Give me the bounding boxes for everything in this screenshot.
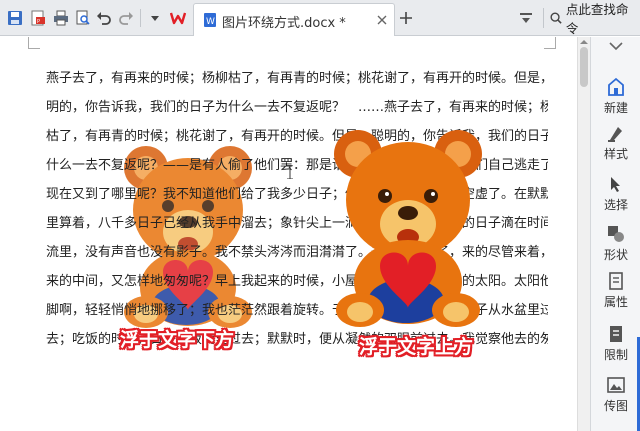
margin-corner-mark xyxy=(28,37,40,49)
right-task-panel: 新建 样式 选择 形状 属性 限制 传图 xyxy=(590,37,640,431)
upload-image-icon xyxy=(607,377,625,393)
side-item-upload-image[interactable]: 传图 xyxy=(591,371,640,423)
margin-corner-mark xyxy=(544,37,556,49)
text-cursor-icon xyxy=(287,165,293,179)
side-item-label: 选择 xyxy=(603,198,628,212)
svg-text:W: W xyxy=(206,17,215,27)
side-item-restrict[interactable]: 限制 xyxy=(591,320,640,372)
search-command-label: 点此查找命令 xyxy=(565,2,629,36)
search-command[interactable]: 点此查找命令 xyxy=(543,2,640,36)
side-item-label: 限制 xyxy=(603,348,628,362)
shape-icon xyxy=(608,226,624,242)
vertical-scrollbar[interactable] xyxy=(577,37,590,431)
caption-in-front-of-text: 浮于文字上方 xyxy=(359,336,474,358)
undo-icon[interactable] xyxy=(95,9,113,27)
top-toolbar: P W 图片环绕方式.docx * 点此查找命令 xyxy=(0,0,640,36)
search-icon xyxy=(550,12,562,24)
close-tab-icon[interactable] xyxy=(376,14,388,26)
side-item-select[interactable]: 选择 xyxy=(591,170,640,222)
select-icon xyxy=(611,177,620,192)
new-icon xyxy=(608,77,624,96)
style-icon xyxy=(608,127,622,142)
properties-icon xyxy=(609,272,623,290)
dropdown-arrow-icon[interactable] xyxy=(517,9,535,27)
toolbar-separator xyxy=(140,9,141,27)
print-preview-icon[interactable] xyxy=(74,9,92,27)
caption-behind-text: 浮于文字下方 xyxy=(120,329,235,351)
new-tab-icon[interactable] xyxy=(397,9,415,27)
document-canvas[interactable]: 燕子去了，有再来的时候；杨柳枯了，有再青的时候；桃花谢了，有再开的时候。但是，聪… xyxy=(0,37,577,431)
side-item-label: 形状 xyxy=(603,248,628,262)
tab-title: 图片环绕方式.docx * xyxy=(222,16,346,31)
redo-icon[interactable] xyxy=(117,9,135,27)
scrollbar-thumb[interactable] xyxy=(580,47,588,87)
export-pdf-icon[interactable]: P xyxy=(29,9,47,27)
restrict-icon xyxy=(610,326,622,342)
more-dropdown-icon[interactable] xyxy=(146,9,164,27)
print-icon[interactable] xyxy=(52,9,70,27)
collapse-panel-icon[interactable] xyxy=(608,41,624,53)
side-item-properties[interactable]: 属性 xyxy=(591,267,640,319)
bear-image-in-front-of-text[interactable] xyxy=(328,124,488,329)
side-item-new[interactable]: 新建 xyxy=(591,73,640,125)
save-icon[interactable] xyxy=(6,9,24,27)
wps-logo-icon[interactable] xyxy=(169,9,187,27)
side-item-shape[interactable]: 形状 xyxy=(591,220,640,272)
side-item-label: 新建 xyxy=(603,101,628,115)
document-tab[interactable]: W 图片环绕方式.docx * xyxy=(193,3,395,36)
scroll-up-arrow-icon[interactable] xyxy=(580,38,588,46)
side-item-label: 属性 xyxy=(603,295,628,309)
text-line: 燕子去了，有再来的时候；杨柳枯了，有再青的时候；桃花谢了，有再开的时候。但是，聪 xyxy=(46,71,548,86)
side-item-style[interactable]: 样式 xyxy=(591,119,640,171)
document-tab-icon: W xyxy=(204,13,216,27)
side-item-label: 传图 xyxy=(603,399,628,413)
text-line: 明的，你告诉我，我们的日子为什么一去不复返呢？ ……燕子去了，有再来的时候；杨柳 xyxy=(46,100,548,115)
side-item-label: 样式 xyxy=(603,147,628,161)
svg-text:P: P xyxy=(37,19,40,25)
